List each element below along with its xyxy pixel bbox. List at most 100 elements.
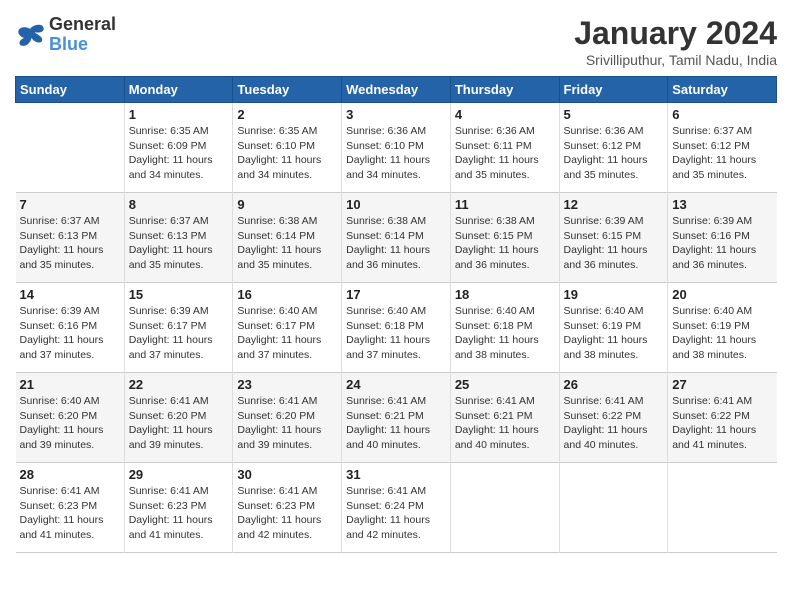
day-number: 2: [237, 107, 337, 122]
day-info: Sunrise: 6:37 AM Sunset: 6:13 PM Dayligh…: [20, 214, 120, 273]
day-number: 5: [564, 107, 664, 122]
calendar-cell: 26 Sunrise: 6:41 AM Sunset: 6:22 PM Dayli…: [559, 373, 668, 463]
calendar-cell: 5 Sunrise: 6:36 AM Sunset: 6:12 PM Daylig…: [559, 103, 668, 193]
day-info: Sunrise: 6:40 AM Sunset: 6:19 PM Dayligh…: [564, 304, 664, 363]
day-number: 15: [129, 287, 229, 302]
calendar-cell: 29 Sunrise: 6:41 AM Sunset: 6:23 PM Dayli…: [124, 463, 233, 553]
day-number: 6: [672, 107, 772, 122]
day-info: Sunrise: 6:41 AM Sunset: 6:22 PM Dayligh…: [672, 394, 772, 453]
day-info: Sunrise: 6:41 AM Sunset: 6:21 PM Dayligh…: [455, 394, 555, 453]
day-info: Sunrise: 6:35 AM Sunset: 6:10 PM Dayligh…: [237, 124, 337, 183]
header-tuesday: Tuesday: [233, 77, 342, 103]
day-number: 29: [129, 467, 229, 482]
week-row-5: 28Sunrise: 6:41 AM Sunset: 6:23 PM Dayli…: [16, 463, 777, 553]
logo-text-line1: General: [49, 15, 116, 35]
calendar-cell: 18 Sunrise: 6:40 AM Sunset: 6:18 PM Dayli…: [450, 283, 559, 373]
day-info: Sunrise: 6:39 AM Sunset: 6:15 PM Dayligh…: [564, 214, 664, 273]
calendar-cell: 13 Sunrise: 6:39 AM Sunset: 6:16 PM Dayli…: [668, 193, 777, 283]
day-number: 17: [346, 287, 446, 302]
calendar-cell: 9Sunrise: 6:38 AM Sunset: 6:14 PM Daylig…: [233, 193, 342, 283]
day-number: 10: [346, 197, 446, 212]
logo-icon: [15, 23, 45, 47]
calendar-cell: [668, 463, 777, 553]
week-row-4: 21Sunrise: 6:40 AM Sunset: 6:20 PM Dayli…: [16, 373, 777, 463]
header-thursday: Thursday: [450, 77, 559, 103]
day-info: Sunrise: 6:38 AM Sunset: 6:14 PM Dayligh…: [346, 214, 446, 273]
day-info: Sunrise: 6:37 AM Sunset: 6:13 PM Dayligh…: [129, 214, 229, 273]
header-saturday: Saturday: [668, 77, 777, 103]
calendar-cell: 27 Sunrise: 6:41 AM Sunset: 6:22 PM Dayli…: [668, 373, 777, 463]
header-wednesday: Wednesday: [342, 77, 451, 103]
day-info: Sunrise: 6:41 AM Sunset: 6:23 PM Dayligh…: [237, 484, 337, 543]
day-info: Sunrise: 6:41 AM Sunset: 6:24 PM Dayligh…: [346, 484, 446, 543]
calendar-cell: [450, 463, 559, 553]
day-number: 1: [129, 107, 229, 122]
calendar-cell: 12 Sunrise: 6:39 AM Sunset: 6:15 PM Dayli…: [559, 193, 668, 283]
day-info: Sunrise: 6:38 AM Sunset: 6:14 PM Dayligh…: [237, 214, 337, 273]
month-title: January 2024: [574, 15, 777, 52]
day-number: 26: [564, 377, 664, 392]
day-number: 18: [455, 287, 555, 302]
header-sunday: Sunday: [16, 77, 125, 103]
day-info: Sunrise: 6:41 AM Sunset: 6:21 PM Dayligh…: [346, 394, 446, 453]
day-info: Sunrise: 6:41 AM Sunset: 6:22 PM Dayligh…: [564, 394, 664, 453]
calendar-cell: 23 Sunrise: 6:41 AM Sunset: 6:20 PM Dayli…: [233, 373, 342, 463]
day-number: 8: [129, 197, 229, 212]
calendar-cell: 24 Sunrise: 6:41 AM Sunset: 6:21 PM Dayli…: [342, 373, 451, 463]
calendar-cell: 2 Sunrise: 6:35 AM Sunset: 6:10 PM Daylig…: [233, 103, 342, 193]
calendar-cell: [16, 103, 125, 193]
calendar-cell: 20Sunrise: 6:40 AM Sunset: 6:19 PM Dayli…: [668, 283, 777, 373]
day-info: Sunrise: 6:39 AM Sunset: 6:16 PM Dayligh…: [20, 304, 120, 363]
day-info: Sunrise: 6:38 AM Sunset: 6:15 PM Dayligh…: [455, 214, 555, 273]
day-info: Sunrise: 6:36 AM Sunset: 6:10 PM Dayligh…: [346, 124, 446, 183]
day-info: Sunrise: 6:36 AM Sunset: 6:11 PM Dayligh…: [455, 124, 555, 183]
calendar-cell: 25Sunrise: 6:41 AM Sunset: 6:21 PM Dayli…: [450, 373, 559, 463]
day-number: 22: [129, 377, 229, 392]
calendar-cell: 31 Sunrise: 6:41 AM Sunset: 6:24 PM Dayli…: [342, 463, 451, 553]
day-info: Sunrise: 6:40 AM Sunset: 6:18 PM Dayligh…: [455, 304, 555, 363]
day-number: 14: [20, 287, 120, 302]
day-info: Sunrise: 6:41 AM Sunset: 6:23 PM Dayligh…: [20, 484, 120, 543]
calendar-table: SundayMondayTuesdayWednesdayThursdayFrid…: [15, 76, 777, 553]
logo: General Blue: [15, 15, 116, 55]
week-row-3: 14 Sunrise: 6:39 AM Sunset: 6:16 PM Dayli…: [16, 283, 777, 373]
day-number: 23: [237, 377, 337, 392]
page-header: General Blue January 2024 Srivilliputhur…: [15, 15, 777, 68]
calendar-cell: 11 Sunrise: 6:38 AM Sunset: 6:15 PM Dayli…: [450, 193, 559, 283]
header-monday: Monday: [124, 77, 233, 103]
day-info: Sunrise: 6:41 AM Sunset: 6:20 PM Dayligh…: [129, 394, 229, 453]
calendar-cell: 30Sunrise: 6:41 AM Sunset: 6:23 PM Dayli…: [233, 463, 342, 553]
week-row-2: 7 Sunrise: 6:37 AM Sunset: 6:13 PM Daylig…: [16, 193, 777, 283]
day-info: Sunrise: 6:41 AM Sunset: 6:20 PM Dayligh…: [237, 394, 337, 453]
calendar-cell: 28Sunrise: 6:41 AM Sunset: 6:23 PM Dayli…: [16, 463, 125, 553]
calendar-cell: 8 Sunrise: 6:37 AM Sunset: 6:13 PM Daylig…: [124, 193, 233, 283]
day-number: 11: [455, 197, 555, 212]
day-number: 24: [346, 377, 446, 392]
day-info: Sunrise: 6:36 AM Sunset: 6:12 PM Dayligh…: [564, 124, 664, 183]
header-friday: Friday: [559, 77, 668, 103]
day-number: 4: [455, 107, 555, 122]
calendar-cell: 17 Sunrise: 6:40 AM Sunset: 6:18 PM Dayli…: [342, 283, 451, 373]
header-row: SundayMondayTuesdayWednesdayThursdayFrid…: [16, 77, 777, 103]
calendar-cell: 3Sunrise: 6:36 AM Sunset: 6:10 PM Daylig…: [342, 103, 451, 193]
week-row-1: 1 Sunrise: 6:35 AM Sunset: 6:09 PM Daylig…: [16, 103, 777, 193]
day-info: Sunrise: 6:37 AM Sunset: 6:12 PM Dayligh…: [672, 124, 772, 183]
day-info: Sunrise: 6:35 AM Sunset: 6:09 PM Dayligh…: [129, 124, 229, 183]
day-number: 7: [20, 197, 120, 212]
day-info: Sunrise: 6:39 AM Sunset: 6:16 PM Dayligh…: [672, 214, 772, 273]
calendar-cell: 16Sunrise: 6:40 AM Sunset: 6:17 PM Dayli…: [233, 283, 342, 373]
calendar-cell: 14 Sunrise: 6:39 AM Sunset: 6:16 PM Dayli…: [16, 283, 125, 373]
calendar-cell: 22 Sunrise: 6:41 AM Sunset: 6:20 PM Dayli…: [124, 373, 233, 463]
calendar-cell: 6 Sunrise: 6:37 AM Sunset: 6:12 PM Daylig…: [668, 103, 777, 193]
title-block: January 2024 Srivilliputhur, Tamil Nadu,…: [574, 15, 777, 68]
day-number: 27: [672, 377, 772, 392]
day-number: 31: [346, 467, 446, 482]
day-number: 12: [564, 197, 664, 212]
day-number: 13: [672, 197, 772, 212]
day-info: Sunrise: 6:40 AM Sunset: 6:18 PM Dayligh…: [346, 304, 446, 363]
day-info: Sunrise: 6:41 AM Sunset: 6:23 PM Dayligh…: [129, 484, 229, 543]
calendar-cell: 19Sunrise: 6:40 AM Sunset: 6:19 PM Dayli…: [559, 283, 668, 373]
day-info: Sunrise: 6:39 AM Sunset: 6:17 PM Dayligh…: [129, 304, 229, 363]
day-number: 21: [20, 377, 120, 392]
day-info: Sunrise: 6:40 AM Sunset: 6:17 PM Dayligh…: [237, 304, 337, 363]
